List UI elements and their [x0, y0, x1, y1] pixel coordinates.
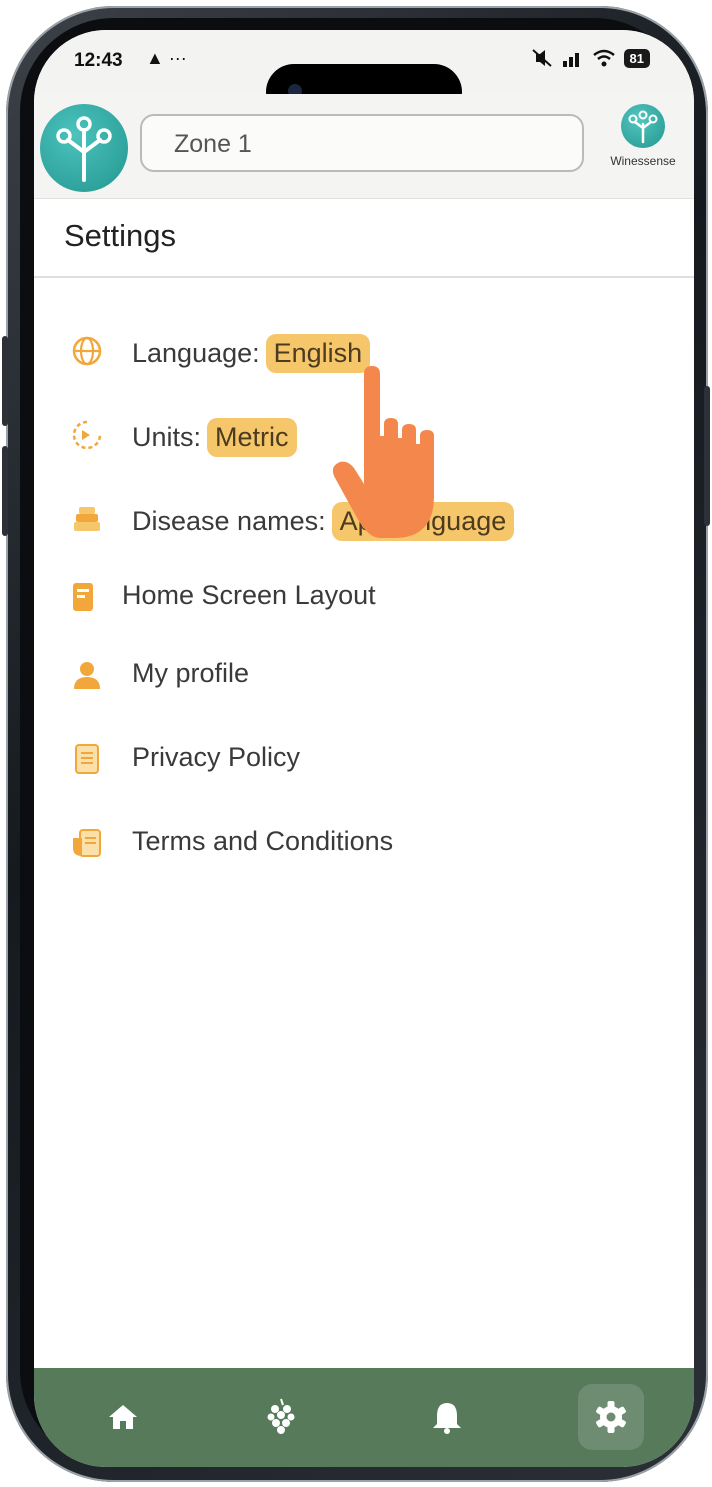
- vine-logo-icon: [56, 116, 112, 182]
- brand-badge: Winessense: [596, 104, 690, 168]
- person-icon: [74, 662, 100, 689]
- signal-icon: [562, 53, 579, 67]
- page-title: Settings: [64, 218, 177, 253]
- setting-my-profile[interactable]: My profile: [34, 644, 694, 706]
- globe-icon: [72, 336, 102, 366]
- language-label: Language:: [132, 338, 260, 368]
- nav-home[interactable]: [90, 1384, 156, 1450]
- status-indicators: ▲ ···: [146, 48, 187, 68]
- document-icon: [75, 744, 99, 774]
- home-screen-layout-label: Home Screen Layout: [122, 580, 376, 610]
- gauge-icon: [72, 420, 102, 450]
- nav-settings[interactable]: [578, 1384, 644, 1450]
- wifi-icon: [592, 49, 615, 67]
- brand-logo-icon: [621, 104, 665, 148]
- volume-down-button: [2, 446, 8, 536]
- battery-icon: 81: [623, 48, 650, 68]
- terms-and-conditions-label: Terms and Conditions: [132, 826, 394, 856]
- gear-icon: [596, 1401, 626, 1433]
- units-value-chip[interactable]: Metric: [207, 418, 297, 457]
- bottom-navigation: [34, 1368, 694, 1467]
- volume-up-button: [2, 336, 8, 426]
- phone-screen: 12:43 ▲ ··· 81 Zone 1 Winessense Setting…: [34, 30, 694, 1467]
- bell-icon: [433, 1403, 461, 1434]
- mute-icon: [531, 49, 552, 67]
- disease-names-label: Disease names:: [132, 506, 326, 536]
- nav-grapes[interactable]: [248, 1384, 314, 1450]
- app-logo[interactable]: [40, 104, 128, 192]
- nav-notifications[interactable]: [414, 1384, 480, 1450]
- grapes-icon: [267, 1398, 295, 1434]
- books-icon: [74, 507, 100, 531]
- status-icons: 81: [530, 48, 650, 68]
- setting-terms-and-conditions[interactable]: Terms and Conditions: [34, 812, 694, 874]
- status-time: 12:43: [74, 50, 123, 71]
- privacy-policy-label: Privacy Policy: [132, 742, 301, 772]
- contract-icon: [73, 829, 101, 857]
- setting-home-screen-layout[interactable]: Home Screen Layout: [34, 566, 694, 628]
- brand-name: Winessense: [610, 154, 676, 168]
- my-profile-label: My profile: [132, 658, 250, 688]
- home-icon: [109, 1405, 137, 1429]
- zone-selector[interactable]: Zone 1: [140, 114, 584, 172]
- power-button: [704, 386, 710, 526]
- page-title-bar: Settings: [34, 198, 694, 278]
- units-label: Units:: [132, 422, 202, 452]
- pointing-hand-icon: [332, 366, 434, 538]
- app-header: Zone 1 Winessense: [34, 94, 694, 199]
- setting-privacy-policy[interactable]: Privacy Policy: [34, 728, 694, 790]
- layout-icon: [73, 583, 93, 611]
